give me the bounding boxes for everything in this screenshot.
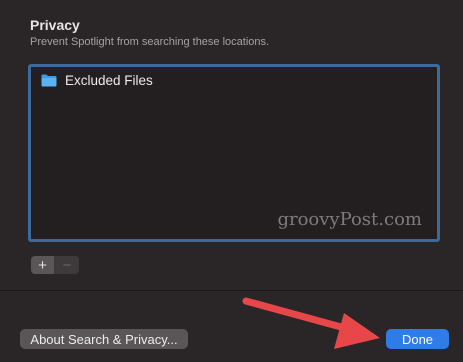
list-item-label: Excluded Files	[65, 72, 153, 88]
watermark-text: groovyPost.com	[277, 209, 422, 230]
about-search-privacy-button[interactable]: About Search & Privacy...	[20, 329, 188, 349]
add-button[interactable]: +	[31, 256, 55, 274]
list-add-remove-control: + −	[31, 256, 79, 274]
excluded-locations-list[interactable]: Excluded Files groovyPost.com	[28, 64, 440, 242]
remove-button[interactable]: −	[55, 256, 79, 274]
done-button[interactable]: Done	[386, 329, 449, 349]
list-item-excluded-files[interactable]: Excluded Files	[41, 71, 153, 89]
privacy-subtitle: Prevent Spotlight from searching these l…	[30, 36, 270, 48]
footer-divider	[0, 290, 463, 291]
privacy-title: Privacy	[30, 17, 80, 33]
folder-icon	[41, 74, 57, 87]
privacy-sheet: Privacy Prevent Spotlight from searching…	[0, 0, 463, 362]
